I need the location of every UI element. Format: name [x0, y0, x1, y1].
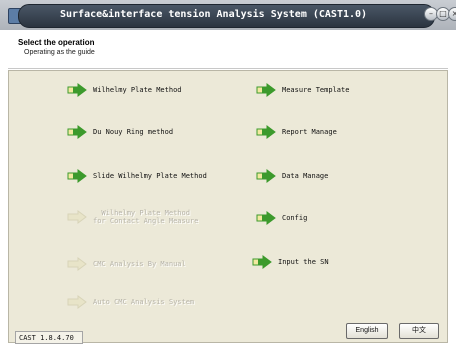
english-button[interactable]: English	[346, 323, 388, 339]
auto-cmc-analysis-button: Auto CMC Analysis System	[67, 295, 194, 309]
arrow-right-icon	[67, 125, 87, 139]
close-icon[interactable]: ×	[448, 7, 456, 21]
arrow-right-icon	[67, 210, 87, 224]
arrow-right-icon	[67, 169, 87, 183]
menu-label: Config	[282, 214, 308, 222]
input-sn-button[interactable]: Input the SN	[252, 255, 329, 269]
menu-label: Report Manage	[282, 128, 337, 136]
arrow-right-icon	[67, 257, 87, 271]
menu-label: Du Nouy Ring method	[93, 128, 174, 136]
menu-label: Slide Wilhelmy Plate Method	[93, 172, 207, 180]
data-manage-button[interactable]: Data Manage	[256, 169, 328, 183]
config-button[interactable]: Config	[256, 211, 307, 225]
wilhelmy-plate-method-button[interactable]: Wilhelmy Plate Method	[67, 83, 182, 97]
window-title: Surface&interface tension Analysis Syste…	[60, 9, 368, 20]
title-bar: Surface&interface tension Analysis Syste…	[0, 0, 456, 30]
cmc-analysis-manual-button: CMC Analysis By Manual	[67, 257, 186, 271]
arrow-right-icon	[256, 125, 276, 139]
menu-label: Input the SN	[278, 258, 329, 266]
menu-label: Auto CMC Analysis System	[93, 298, 195, 306]
menu-label: CMC Analysis By Manual	[93, 260, 186, 268]
report-manage-button[interactable]: Report Manage	[256, 125, 337, 139]
page-header: Select the operation Operating as the gu…	[8, 34, 448, 69]
page-title: Select the operation	[18, 38, 95, 47]
arrow-right-icon	[252, 255, 272, 269]
chinese-button[interactable]: 中文	[399, 323, 439, 339]
slide-wilhelmy-plate-method-button[interactable]: Slide Wilhelmy Plate Method	[67, 169, 207, 183]
arrow-right-icon	[67, 295, 87, 309]
menu-label: Wilhelmy Plate Method	[93, 86, 182, 94]
arrow-right-icon	[67, 83, 87, 97]
arrow-right-icon	[256, 83, 276, 97]
arrow-right-icon	[256, 169, 276, 183]
menu-label: Data Manage	[282, 172, 329, 180]
menu-label: Measure Template	[282, 86, 350, 94]
page-subtitle: Operating as the guide	[24, 49, 95, 56]
version-field: CAST 1.8.4.70	[15, 331, 83, 344]
menu-label: Wilhelmy Plate Method for Contact Angle …	[93, 209, 199, 225]
contact-angle-measure-button: Wilhelmy Plate Method for Contact Angle …	[67, 209, 198, 225]
measure-template-button[interactable]: Measure Template	[256, 83, 349, 97]
arrow-right-icon	[256, 211, 276, 225]
du-nouy-ring-method-button[interactable]: Du Nouy Ring method	[67, 125, 173, 139]
